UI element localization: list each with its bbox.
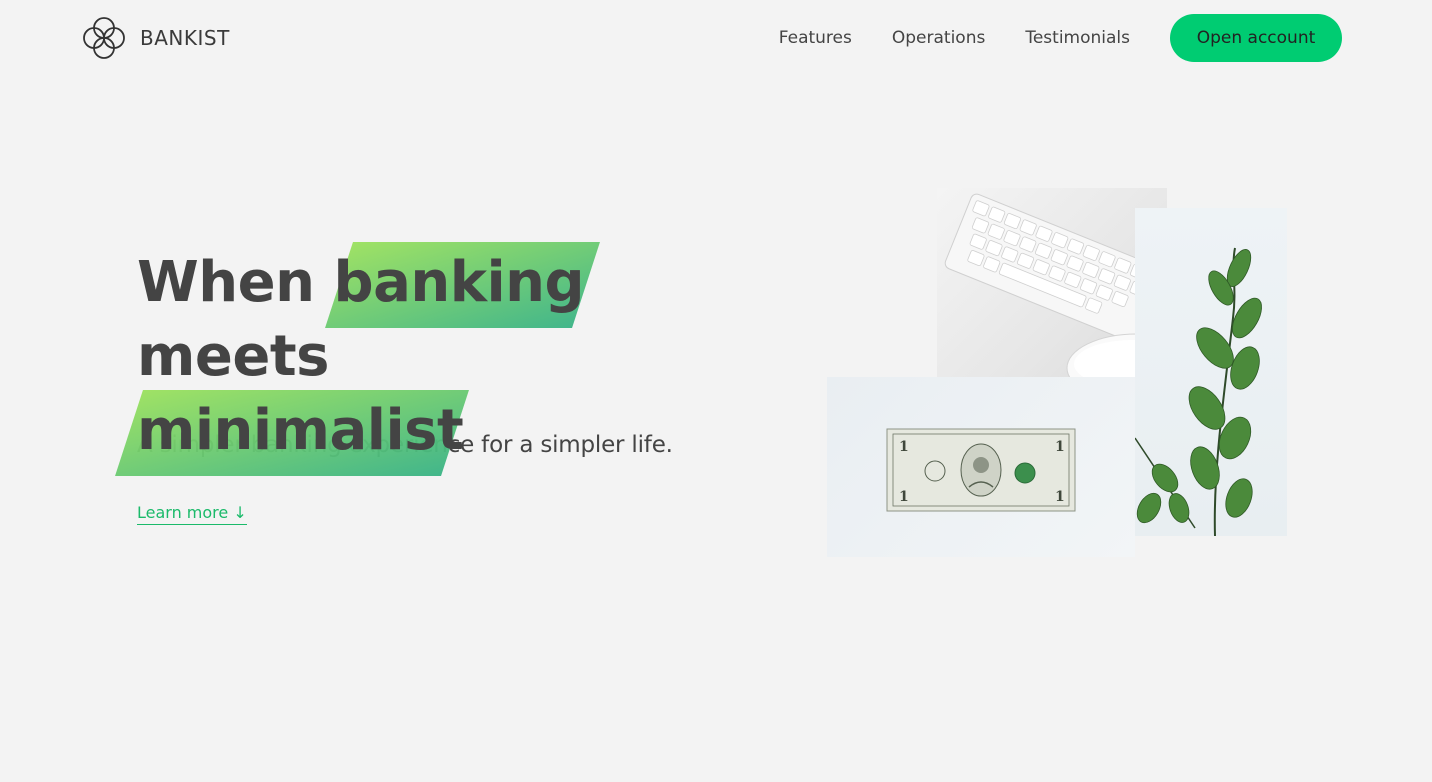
nav-link-testimonials[interactable]: Testimonials [1025, 28, 1130, 48]
hero-highlight-minimalist-text: minimalist [137, 398, 464, 463]
svg-text:1: 1 [1055, 439, 1065, 455]
keyboard-and-mouse-image [937, 188, 1167, 404]
hero-title: When banking meets minimalist [115, 242, 777, 476]
main-nav: BANKIST Features Operations Testimonials… [0, 0, 1432, 76]
svg-text:1: 1 [899, 439, 909, 455]
dollar-bill-image: 1 1 1 1 [827, 377, 1135, 557]
open-account-button[interactable]: Open account [1170, 14, 1342, 62]
svg-text:1: 1 [1055, 489, 1065, 505]
learn-more-link[interactable]: Learn more ↓ [137, 503, 247, 525]
nav-links: Features Operations Testimonials Open ac… [779, 14, 1342, 62]
nav-link-features[interactable]: Features [779, 28, 852, 48]
hero-highlight-banking: banking [325, 242, 601, 328]
brand-name: BANKIST [140, 26, 230, 50]
hero-highlight-banking-text: banking [333, 250, 585, 315]
hero-title-word-meets: meets [137, 324, 329, 389]
brand-logo[interactable]: BANKIST [81, 15, 230, 61]
hero-highlight-minimalist: minimalist [115, 390, 470, 476]
four-circles-logo-icon [83, 17, 125, 59]
nav-link-operations[interactable]: Operations [892, 28, 985, 48]
hero-title-word-when: When [137, 250, 315, 315]
svg-text:1: 1 [899, 489, 909, 505]
eucalyptus-plant-image [1135, 208, 1287, 536]
